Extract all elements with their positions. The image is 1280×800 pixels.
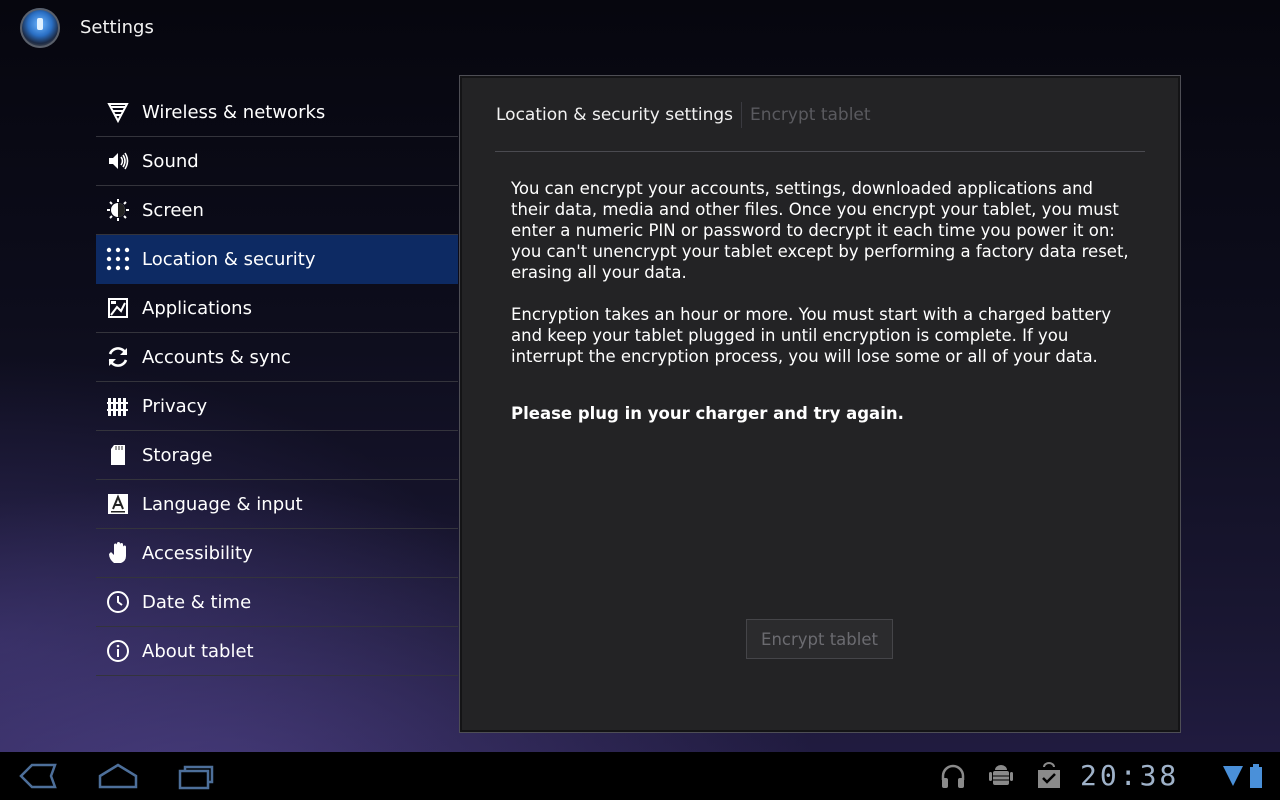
sidebar-item-about-tablet[interactable]: About tablet (96, 627, 458, 676)
clock-icon (106, 590, 130, 614)
sidebar-item-label: Screen (142, 199, 204, 221)
usb-debugging-icon (988, 762, 1014, 790)
encrypt-warning-paragraph: Encryption takes an hour or more. You mu… (511, 305, 1112, 366)
header-divider (495, 151, 1145, 152)
recent-apps-icon[interactable] (178, 762, 218, 790)
app-title: Settings (80, 17, 154, 38)
encrypt-tablet-panel: Location & security settings Encrypt tab… (459, 75, 1181, 733)
settings-app-icon[interactable] (20, 8, 60, 48)
sidebar-item-sound[interactable]: Sound (96, 137, 458, 186)
headphones-icon (940, 762, 966, 790)
plug-in-charger-message: Please plug in your charger and try agai… (511, 404, 904, 423)
sidebar-item-label: Accessibility (142, 542, 253, 564)
breadcrumb-encrypt-tablet: Encrypt tablet (750, 105, 871, 125)
breadcrumb-separator (741, 102, 743, 128)
sidebar-item-screen[interactable]: Screen (96, 186, 458, 235)
brightness-icon (106, 198, 130, 222)
sidebar-item-label: Date & time (142, 591, 252, 613)
sidebar-item-wireless-networks[interactable]: Wireless & networks (96, 88, 458, 137)
sidebar-item-label: About tablet (142, 640, 254, 662)
system-bar: 20:38 (0, 752, 1280, 800)
breadcrumb-location-security[interactable]: Location & security settings (496, 105, 733, 125)
breadcrumb: Location & security settings Encrypt tab… (496, 102, 871, 128)
sd-card-icon (106, 443, 130, 467)
speaker-icon (106, 149, 130, 173)
action-bar: Settings (0, 0, 1280, 56)
sidebar-item-language-input[interactable]: Language & input (96, 480, 458, 529)
sidebar-item-label: Accounts & sync (142, 346, 291, 368)
sidebar-item-applications[interactable]: Applications (96, 284, 458, 333)
wifi-icon (106, 100, 130, 124)
download-complete-icon (1036, 762, 1062, 790)
privacy-fence-icon (106, 394, 130, 418)
signal-icon (1222, 762, 1244, 790)
clock: 20:38 (1080, 759, 1180, 792)
sidebar-item-storage[interactable]: Storage (96, 431, 458, 480)
info-icon (106, 639, 130, 663)
sidebar-item-privacy[interactable]: Privacy (96, 382, 458, 431)
sidebar-item-date-time[interactable]: Date & time (96, 578, 458, 627)
sidebar-item-accounts-sync[interactable]: Accounts & sync (96, 333, 458, 382)
sidebar-item-label: Sound (142, 150, 199, 172)
sidebar-item-label: Language & input (142, 493, 303, 515)
applications-icon (106, 296, 130, 320)
sidebar-item-label: Privacy (142, 395, 208, 417)
sidebar-item-accessibility[interactable]: Accessibility (96, 529, 458, 578)
sidebar-item-label: Storage (142, 444, 213, 466)
encrypt-tablet-button[interactable]: Encrypt tablet (746, 619, 893, 659)
sidebar-item-location-security[interactable]: Location & security (96, 235, 458, 284)
encrypt-description-paragraph: You can encrypt your accounts, settings,… (511, 179, 1129, 282)
home-icon[interactable] (96, 762, 140, 790)
pattern-lock-icon (106, 247, 130, 271)
settings-sidebar: Wireless & networks Sound Screen Locatio… (96, 88, 458, 676)
sidebar-item-label: Wireless & networks (142, 101, 326, 123)
sync-icon (106, 345, 130, 369)
back-icon[interactable] (18, 762, 58, 790)
language-icon (106, 492, 130, 516)
hand-icon (106, 541, 130, 565)
battery-icon (1248, 762, 1264, 790)
sidebar-item-label: Location & security (142, 248, 316, 270)
sidebar-item-label: Applications (142, 297, 252, 319)
